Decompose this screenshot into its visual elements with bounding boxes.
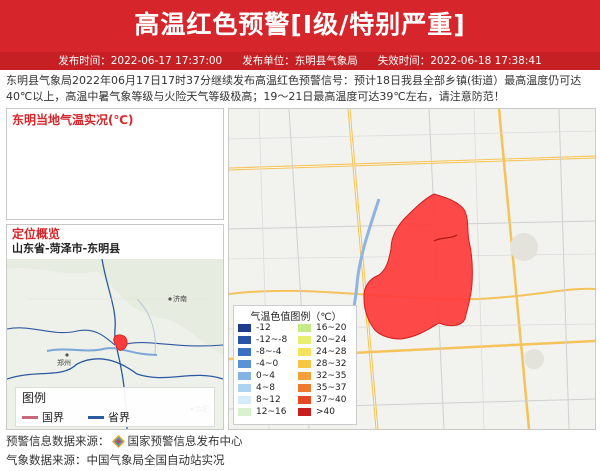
legend-row-label: 16~20 (316, 323, 347, 333)
legend-row: -8~-4 (238, 347, 282, 357)
legend-swatch (238, 372, 251, 380)
warning-meta-bar: 发布时间：2022-06-17 17:37:00 发布单位：东明县气象局 失效时… (0, 52, 600, 70)
legend-row: -12 (238, 323, 271, 333)
legend-row-label: 24~28 (316, 347, 347, 357)
province-border-swatch (88, 415, 104, 419)
overview-city-label: 济南 (173, 294, 187, 303)
legend-row-label: -12 (256, 323, 271, 333)
legend-row-label: >40 (316, 407, 335, 417)
warning-title: 高温红色预警[Ⅰ级/特别严重] (134, 10, 466, 39)
legend-item-national-border: 国界 (22, 409, 64, 425)
legend-item-province-border: 省界 (88, 409, 130, 425)
legend-swatch (298, 324, 311, 332)
weather-source-line: 气象数据来源： 中国气象局全国自动站实况 (6, 452, 225, 468)
temperature-panel-title: 东明当地气温实况(℃) (12, 113, 134, 127)
legend-swatch (298, 360, 311, 368)
overview-city-label: 郑州 (57, 359, 71, 367)
legend-row: 28~32 (298, 359, 346, 369)
legend-row-label: -8~-4 (256, 347, 282, 357)
national-border-swatch (22, 415, 38, 419)
legend-swatch (298, 408, 311, 416)
legend-row: 24~28 (298, 347, 346, 357)
warning-banner: 高温红色预警[Ⅰ级/特别严重] (0, 0, 600, 52)
legend-row-label: 32~35 (316, 371, 347, 381)
location-breadcrumb: 山东省-菏泽市-东明县 (12, 242, 121, 255)
legend-row-label: 8~12 (256, 395, 281, 405)
main-map-panel: 气温色值图例（℃） -12 -12~-8 -8~-4 -4~0 0~4 4~8 … (228, 108, 596, 430)
temperature-panel: 东明当地气温实况(℃) (6, 108, 224, 220)
temperature-color-legend: 气温色值图例（℃） -12 -12~-8 -8~-4 -4~0 0~4 4~8 … (233, 305, 357, 425)
warning-description: 东明县气象局2022年06月17日17时37分继续发布高温红色预警信号：预计18… (6, 74, 582, 103)
legend-row: 20~24 (298, 335, 346, 345)
legend-row-label: 37~40 (316, 395, 347, 405)
legend-row-label: 20~24 (316, 335, 347, 345)
legend-swatch (298, 384, 311, 392)
legend-row: -4~0 (238, 359, 278, 369)
legend-swatch (238, 408, 251, 416)
legend-row-label: 35~37 (316, 383, 347, 393)
legend-row: 0~4 (238, 371, 275, 381)
legend-row-label: -4~0 (256, 359, 279, 369)
legend-row: 12~16 (238, 407, 286, 417)
weather-source-label: 气象数据来源： (6, 453, 87, 467)
warning-source-name: 国家预警信息发布中心 (127, 434, 243, 448)
legend-swatch (298, 348, 311, 356)
warning-source-label: 预警信息数据来源： (6, 434, 110, 448)
legend-row-label: 12~16 (256, 407, 287, 417)
warning-source-line: 预警信息数据来源： 国家预警信息发布中心 (6, 433, 243, 449)
location-panel: 定位概览 山东省-菏泽市-东明县 济南 郑州 合肥 图例 国界 省界 (6, 224, 224, 430)
expire-time: 失效时间：2022-06-18 17:38:41 (377, 55, 542, 67)
legend-row-label: -12~-8 (256, 335, 288, 345)
legend-row: 4~8 (238, 383, 275, 393)
legend-swatch (238, 384, 251, 392)
legend-swatch (238, 396, 251, 404)
legend-row: >40 (298, 407, 335, 417)
publisher: 发布单位：东明县气象局 (242, 55, 358, 67)
legend-row: 16~20 (298, 323, 346, 333)
temperature-legend-title: 气温色值图例（℃） (250, 312, 342, 323)
warning-center-logo-icon (111, 434, 125, 448)
legend-swatch (298, 336, 311, 344)
legend-label: 国界 (42, 411, 64, 424)
legend-row: 35~37 (298, 383, 346, 393)
legend-row-label: 4~8 (256, 383, 275, 393)
legend-swatch (238, 360, 251, 368)
legend-row: 37~40 (298, 395, 346, 405)
legend-swatch (238, 348, 251, 356)
weather-source-name: 中国气象局全国自动站实况 (86, 453, 225, 467)
legend-swatch (298, 372, 311, 380)
legend-row: 32~35 (298, 371, 346, 381)
overview-legend: 图例 国界 省界 (15, 387, 215, 427)
location-panel-title: 定位概览 (12, 227, 61, 241)
legend-row-label: 28~32 (316, 359, 347, 369)
overview-legend-title: 图例 (22, 391, 47, 405)
legend-swatch (238, 324, 251, 332)
legend-swatch (238, 336, 251, 344)
legend-label: 省界 (108, 411, 130, 424)
publish-time: 发布时间：2022-06-17 17:37:00 (58, 55, 223, 67)
legend-row-label: 0~4 (256, 371, 275, 381)
legend-row: -12~-8 (238, 335, 287, 345)
legend-swatch (298, 396, 311, 404)
legend-row: 8~12 (238, 395, 281, 405)
